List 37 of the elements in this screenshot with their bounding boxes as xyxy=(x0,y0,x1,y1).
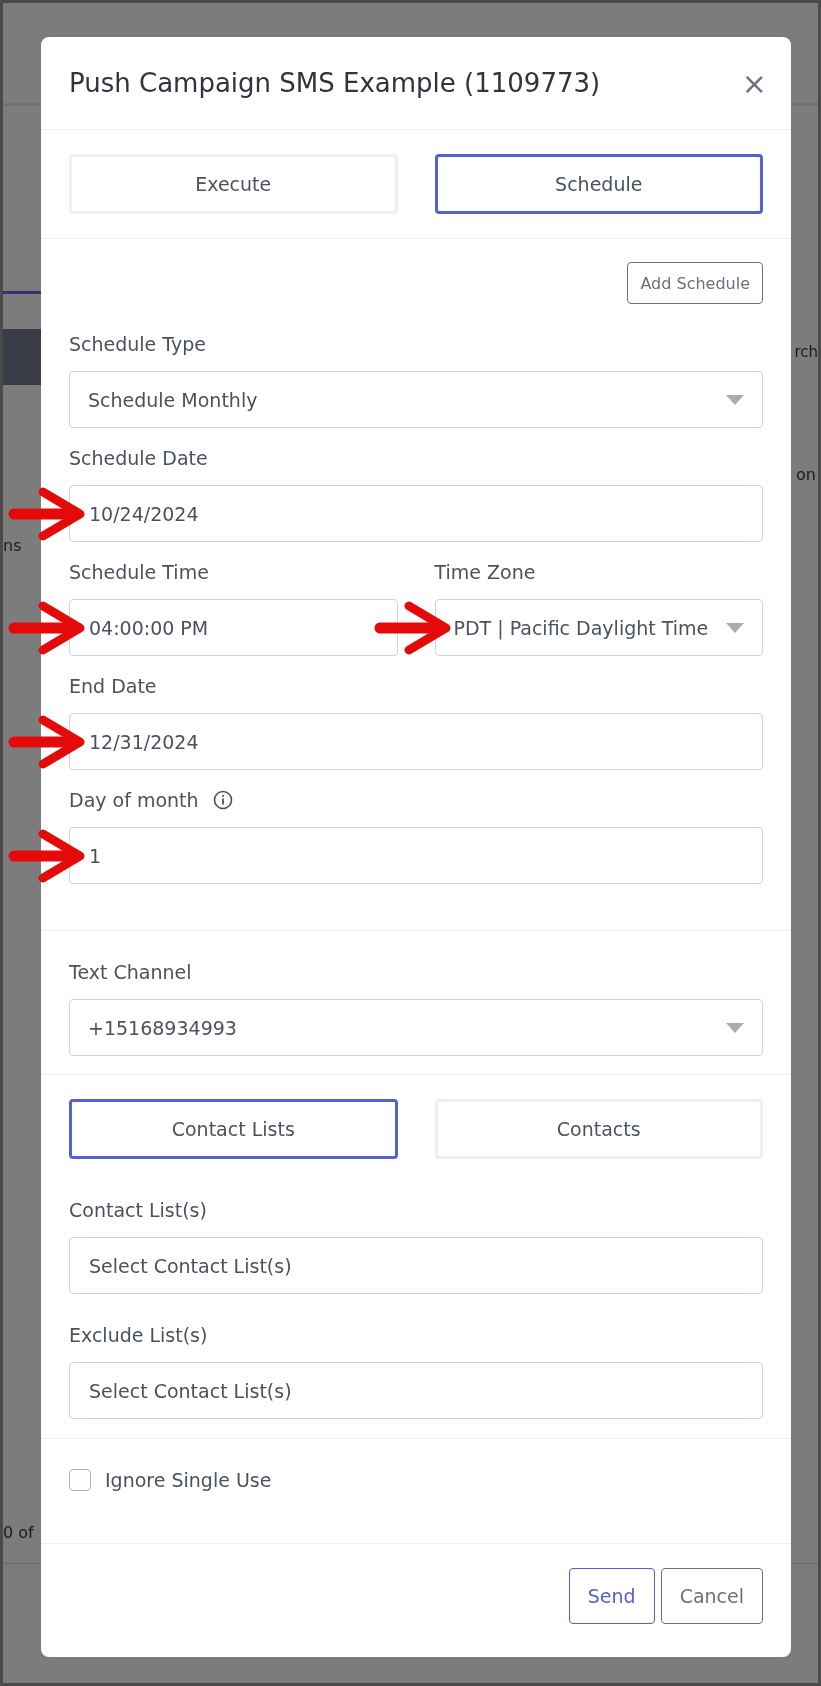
caret-icon xyxy=(726,1022,744,1033)
field-label: Schedule Time xyxy=(69,561,209,583)
background-text: rch xyxy=(794,343,818,361)
caret-icon xyxy=(726,394,744,405)
send-button[interactable]: Send xyxy=(568,1568,655,1624)
checkbox[interactable] xyxy=(69,1469,91,1491)
field-label: Time Zone xyxy=(434,561,536,583)
field-label: Exclude List(s) xyxy=(69,1324,209,1346)
background-text: on xyxy=(796,465,816,484)
input-field[interactable]: 04:00:00 PM xyxy=(69,599,398,656)
info-icon[interactable] xyxy=(212,790,233,810)
input-field[interactable]: Select Contact List(s) xyxy=(69,1362,763,1419)
dropdown-field[interactable]: +15168934993 xyxy=(69,999,763,1056)
input-field[interactable]: Select Contact List(s) xyxy=(69,1237,763,1294)
field-label: Text Channel xyxy=(69,961,193,983)
input-field[interactable]: 12/31/2024 xyxy=(69,713,763,770)
background-text: ns xyxy=(3,536,22,555)
field-label: Day of month xyxy=(69,789,199,811)
input-field[interactable]: 1 xyxy=(69,827,763,884)
recipient-tab[interactable]: Contact Lists xyxy=(69,1099,398,1159)
background-text: 0 of xyxy=(3,1523,34,1542)
add-schedule-button[interactable]: Add Schedule xyxy=(627,262,763,304)
modal-title: Push Campaign SMS Example (1109773) xyxy=(69,68,601,98)
field-label: End Date xyxy=(69,675,157,697)
checkbox-label: Ignore Single Use xyxy=(105,1469,272,1491)
mode-tab[interactable]: Schedule xyxy=(434,154,763,214)
dropdown-field[interactable]: Schedule Monthly xyxy=(69,371,763,428)
field-label: Schedule Date xyxy=(69,447,208,469)
field-label: Schedule Type xyxy=(69,333,206,355)
caret-icon xyxy=(726,622,744,633)
recipient-tab[interactable]: Contacts xyxy=(434,1099,763,1159)
field-label: Contact List(s) xyxy=(69,1199,208,1221)
close-button[interactable]: × xyxy=(741,65,767,101)
input-field[interactable]: 10/24/2024 xyxy=(69,485,763,542)
cancel-button[interactable]: Cancel xyxy=(660,1568,763,1624)
dropdown-field[interactable]: PDT | Pacific Daylight Time xyxy=(434,599,763,656)
mode-tab[interactable]: Execute xyxy=(69,154,398,214)
